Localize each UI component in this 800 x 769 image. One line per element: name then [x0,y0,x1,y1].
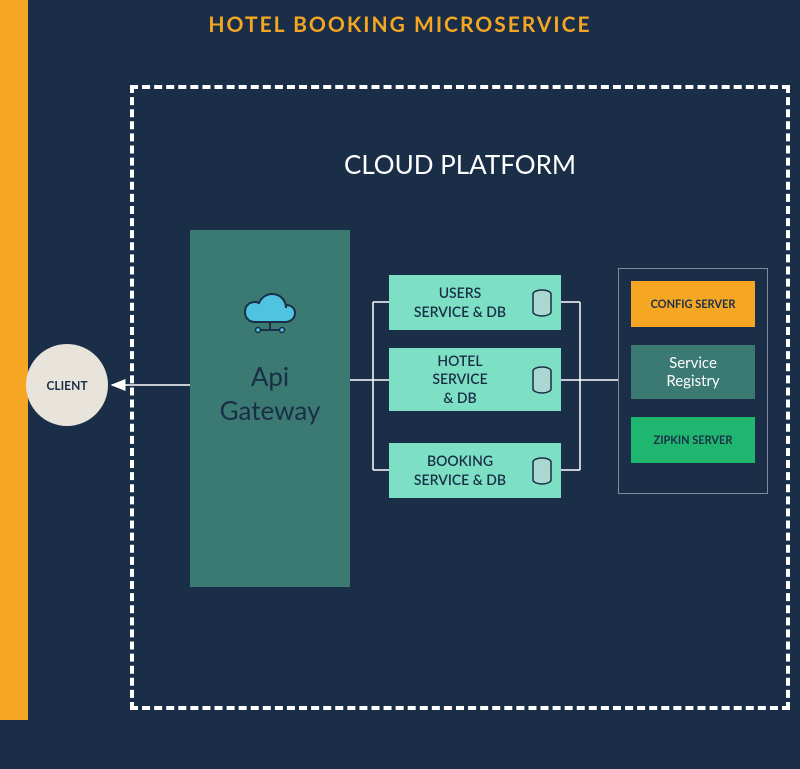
booking-service-box: BOOKINGSERVICE & DB [389,443,561,498]
accent-bar [0,0,28,720]
diagram-title: HOTEL BOOKING MICROSERVICE [0,12,800,37]
server-container: CONFIG SERVER ServiceRegistry ZIPKIN SER… [618,268,768,494]
database-icon [531,289,553,317]
hotel-service-box: HOTELSERVICE& DB [389,348,561,411]
users-service-label: USERSSERVICE & DB [414,284,506,320]
service-registry-box: ServiceRegistry [631,345,755,399]
client-node: CLIENT [26,344,108,426]
config-server-box: CONFIG SERVER [631,281,755,327]
api-gateway-box: ApiGateway [190,230,350,587]
api-gateway-label: ApiGateway [220,360,321,428]
zipkin-server-box: ZIPKIN SERVER [631,417,755,463]
cloud-icon [240,290,300,338]
cloud-platform-title: CLOUD PLATFORM [130,148,790,180]
booking-service-label: BOOKINGSERVICE & DB [414,452,506,488]
hotel-service-label: HOTELSERVICE& DB [432,352,487,407]
database-icon [531,457,553,485]
database-icon [531,366,553,394]
users-service-box: USERSSERVICE & DB [389,275,561,330]
